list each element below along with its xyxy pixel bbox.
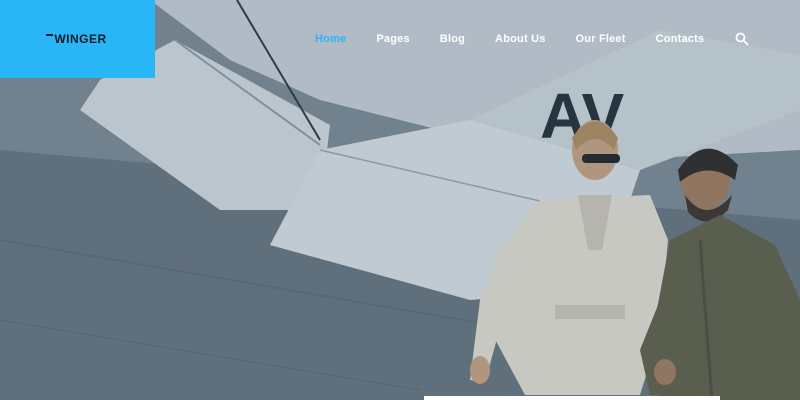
nav-item-pages[interactable]: Pages [376,33,409,45]
nav-item-home[interactable]: Home [315,33,346,45]
nav-item-blog[interactable]: Blog [440,33,465,45]
nav-item-about-us[interactable]: About Us [495,33,545,45]
main-nav: Home Pages Blog About Us Our Fleet Conta… [300,0,749,78]
logo[interactable]: WINGER [0,0,155,78]
content-panel-edge [424,396,720,400]
nav-item-our-fleet[interactable]: Our Fleet [576,33,626,45]
logo-text: WINGER [46,32,106,46]
search-icon[interactable] [735,32,749,46]
nav-item-contacts[interactable]: Contacts [656,33,705,45]
